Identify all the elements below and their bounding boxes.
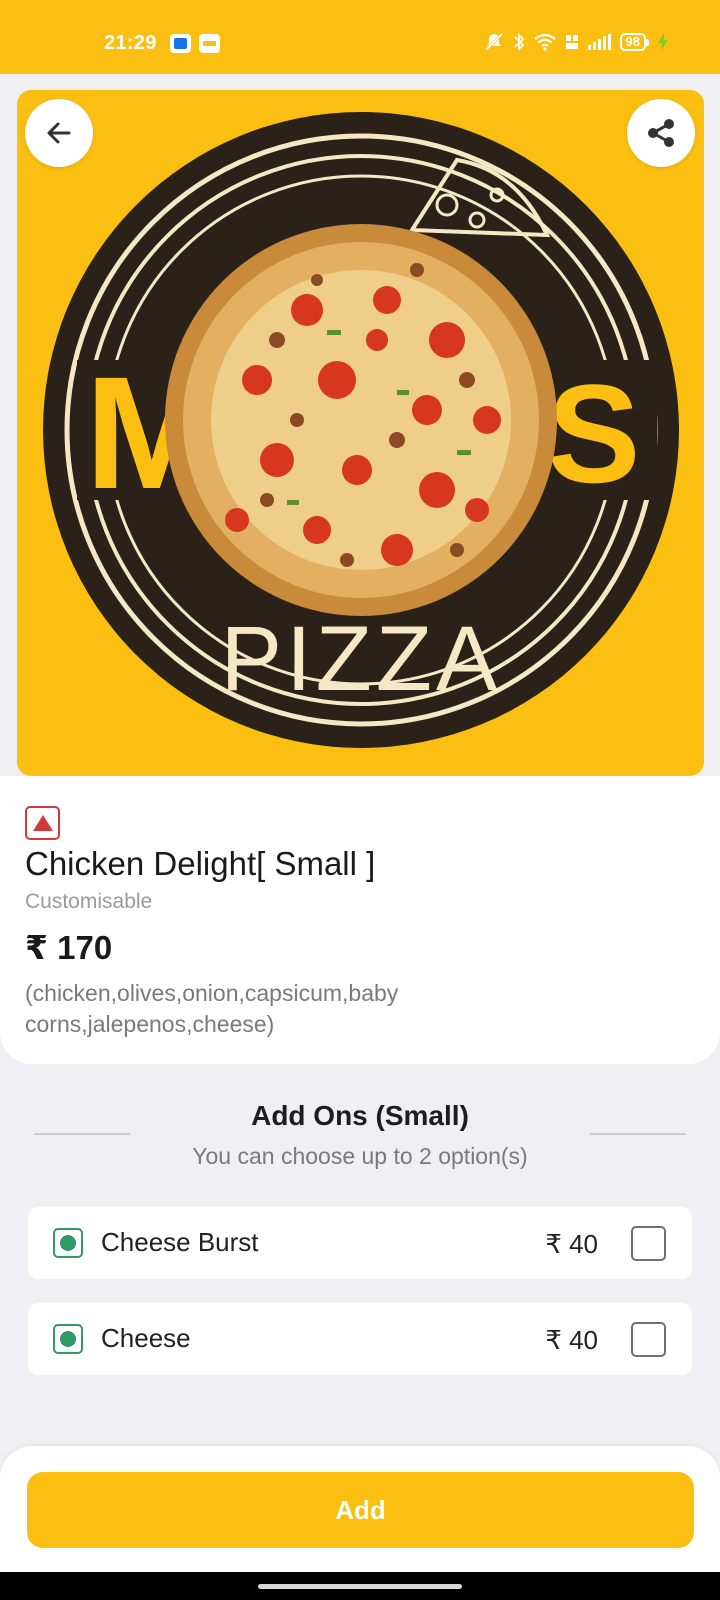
- notification-icons: [170, 34, 220, 53]
- notification-app-icon: [170, 34, 191, 53]
- addons-title: Add Ons (Small): [251, 1100, 469, 1131]
- system-icons: 98: [484, 32, 668, 52]
- battery-level: 98: [619, 33, 646, 51]
- addon-name: Cheese Burst: [101, 1227, 259, 1257]
- bluetooth-icon: [513, 32, 524, 52]
- battery-icon: 98: [619, 33, 649, 51]
- addon-price: ₹ 40: [545, 1229, 598, 1259]
- addon-option[interactable]: Cheese ₹ 40: [28, 1303, 692, 1375]
- customisable-label: Customisable: [25, 890, 153, 913]
- addon-option[interactable]: Cheese Burst ₹ 40: [28, 1207, 692, 1279]
- addon-checkbox[interactable]: [631, 1226, 666, 1261]
- addon-checkbox[interactable]: [631, 1322, 666, 1357]
- addons-subtitle: You can choose up to 2 option(s): [192, 1143, 528, 1169]
- back-button[interactable]: [25, 99, 93, 167]
- veg-icon: [53, 1324, 83, 1354]
- svg-text:S: S: [547, 355, 640, 512]
- gesture-handle[interactable]: [258, 1584, 462, 1589]
- arrow-left-icon: [47, 122, 71, 144]
- status-time: 21:29: [104, 32, 157, 54]
- item-description: (chicken,olives,onion,capsicum,baby corn…: [25, 980, 399, 1037]
- volte-icon: [565, 35, 578, 49]
- share-icon: [648, 119, 674, 147]
- pizza-logo-image: M S PIZZA: [43, 112, 679, 748]
- wifi-icon: [533, 33, 556, 51]
- add-button[interactable]: Add: [27, 1472, 694, 1548]
- divider-right: [590, 1133, 686, 1135]
- addon-name: Cheese: [101, 1323, 191, 1353]
- signal-icon: [587, 34, 611, 50]
- divider-left: [34, 1133, 130, 1135]
- mute-icon: [484, 32, 503, 52]
- charging-icon: [658, 33, 668, 51]
- item-title: Chicken Delight[ Small ]: [25, 845, 376, 882]
- item-price: ₹ 170: [25, 929, 113, 966]
- status-bar: 21:29 98: [0, 0, 720, 74]
- product-image: M S PIZZA: [17, 90, 704, 776]
- share-button[interactable]: [627, 99, 695, 167]
- sale-app-icon: [199, 34, 220, 53]
- veg-icon: [53, 1228, 83, 1258]
- image-pizza-text: PIZZA: [221, 608, 502, 710]
- non-veg-icon: [25, 806, 60, 840]
- addon-price: ₹ 40: [545, 1325, 598, 1355]
